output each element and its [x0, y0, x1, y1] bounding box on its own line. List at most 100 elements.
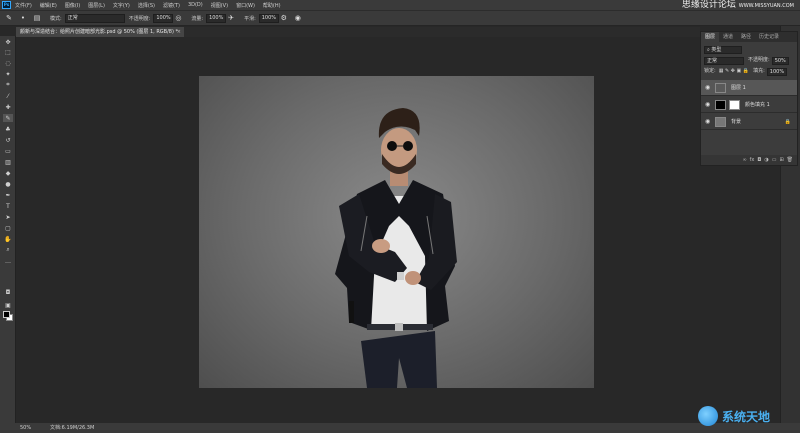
options-bar: ✎ • ▤ 模式: 正常 不透明度: 100% ◎ 流量: 100% ✈ 平滑:…	[0, 10, 800, 26]
screen-mode-icon[interactable]: ▣	[3, 301, 13, 309]
layer-opacity-field[interactable]: 50%	[771, 56, 789, 65]
gear-icon[interactable]: ⚙	[279, 13, 289, 23]
menu-edit[interactable]: 编辑(E)	[40, 2, 57, 9]
marquee-tool-icon[interactable]: ⬚	[3, 48, 13, 56]
brush-size-icon[interactable]: •	[18, 13, 28, 23]
quick-mask-icon[interactable]: ◘	[3, 288, 13, 296]
layer-row-3[interactable]: ◉ 背景 🔒	[701, 114, 797, 130]
mask-icon[interactable]: ◘	[757, 157, 761, 163]
blur-tool-icon[interactable]: ◆	[3, 169, 13, 177]
mode-select[interactable]: 正常	[64, 13, 125, 23]
type-tool-icon[interactable]: T	[3, 202, 13, 210]
layer-thumbnail	[715, 100, 726, 110]
layers-panel-footer: ∞ fx ◘ ◑ ▭ ⊞ 🗑	[701, 155, 797, 165]
watermark-logo-icon	[698, 406, 718, 426]
document-info[interactable]: 文档:6.19M/26.3M	[50, 423, 94, 433]
fill-field[interactable]: 100%	[766, 67, 788, 76]
layer-filter-select[interactable]: ⌕ 类型	[704, 45, 742, 54]
fill-label: 填充:	[753, 68, 765, 74]
blend-mode-select[interactable]: 正常	[704, 56, 744, 65]
menu-type[interactable]: 文字(Y)	[113, 2, 130, 9]
tools-panel: ✥ ⬚ ◌ ✦ ⌗ ⁄ ✚ ✎ ♣ ↺ ▭ ▥ ◆ ● ✒ T ➤ ▢ ✋ ⌕ …	[0, 36, 16, 423]
layer-mask-thumbnail[interactable]	[729, 100, 740, 110]
document-canvas[interactable]	[199, 76, 594, 388]
healing-tool-icon[interactable]: ✚	[3, 103, 13, 111]
menu-bar: Ps 文件(F) 编辑(E) 图像(I) 图层(L) 文字(Y) 选择(S) 滤…	[0, 0, 800, 10]
layer-row-2[interactable]: ◉ 颜色填充 1	[701, 97, 797, 113]
menu-image[interactable]: 图像(I)	[65, 2, 80, 9]
eye-icon[interactable]: ◉	[705, 97, 710, 113]
status-bar: 50% 文档:6.19M/26.3M	[0, 423, 800, 433]
smoothing-label: 平滑:	[244, 15, 256, 22]
move-tool-icon[interactable]: ✥	[3, 38, 13, 46]
layer-row-1[interactable]: ◉ 图层 1	[701, 80, 797, 96]
fx-icon[interactable]: fx	[750, 157, 755, 163]
hand-tool-icon[interactable]: ✋	[3, 235, 13, 243]
zoom-level[interactable]: 50%	[20, 423, 31, 433]
lock-icons[interactable]: ▦ ✎ ✥ ▣ 🔒	[719, 67, 749, 76]
pressure-opacity-icon[interactable]: ◎	[173, 13, 183, 23]
eye-icon[interactable]: ◉	[705, 80, 710, 96]
eyedropper-tool-icon[interactable]: ⁄	[3, 92, 13, 100]
opacity-field[interactable]: 100%	[153, 13, 174, 23]
photo-man-leather-jacket	[335, 108, 457, 388]
brush-tool-preset-icon[interactable]: ✎	[4, 13, 14, 23]
layer-name[interactable]: 图层 1	[731, 80, 746, 96]
tab-history[interactable]: 历史记录	[755, 32, 783, 42]
path-select-tool-icon[interactable]: ➤	[3, 213, 13, 221]
lasso-tool-icon[interactable]: ◌	[3, 59, 13, 67]
history-brush-tool-icon[interactable]: ↺	[3, 136, 13, 144]
eye-icon[interactable]: ◉	[705, 114, 710, 130]
menu-file[interactable]: 文件(F)	[15, 2, 32, 9]
flow-field[interactable]: 100%	[206, 13, 227, 23]
trash-icon[interactable]: 🗑	[787, 157, 793, 163]
clone-stamp-tool-icon[interactable]: ♣	[3, 125, 13, 133]
brush-settings-icon[interactable]: ▤	[32, 13, 42, 23]
opacity-label: 不透明度:	[128, 15, 151, 22]
tab-paths[interactable]: 路径	[737, 32, 755, 42]
tab-channels[interactable]: 通道	[719, 32, 737, 42]
blend-row: 正常 不透明度: 50%	[704, 56, 789, 65]
airbrush-icon[interactable]: ✈	[226, 13, 236, 23]
pressure-size-icon[interactable]: ◉	[293, 13, 303, 23]
pen-tool-icon[interactable]: ✒	[3, 191, 13, 199]
new-layer-icon[interactable]: ⊞	[779, 157, 783, 163]
gradient-tool-icon[interactable]: ▥	[3, 158, 13, 166]
photoshop-window: Ps 文件(F) 编辑(E) 图像(I) 图层(L) 文字(Y) 选择(S) 滤…	[0, 0, 800, 433]
tab-layers[interactable]: 图层	[701, 32, 720, 42]
layer-name[interactable]: 背景	[731, 114, 741, 130]
menu-help[interactable]: 帮助(H)	[263, 2, 281, 9]
link-icon[interactable]: ∞	[742, 157, 746, 163]
layer-thumbnail	[715, 117, 726, 127]
layer-filter-kind: 类型	[711, 46, 722, 53]
shape-tool-icon[interactable]: ▢	[3, 224, 13, 232]
smoothing-field[interactable]: 100%	[258, 13, 279, 23]
menu-layer[interactable]: 图层(L)	[88, 2, 105, 9]
adjustment-icon[interactable]: ◑	[764, 157, 768, 163]
menu-3d[interactable]: 3D(D)	[188, 2, 203, 8]
watermark-url: WWW.MISSYUAN.COM	[738, 3, 794, 9]
quick-select-tool-icon[interactable]: ✦	[3, 70, 13, 78]
watermark-text: 思缘设计论坛	[681, 0, 736, 10]
canvas-area[interactable]	[16, 37, 700, 423]
close-icon[interactable]: ×	[177, 27, 181, 37]
brush-tool-icon[interactable]: ✎	[3, 114, 13, 122]
document-tab-bar: 颜新与深造结合：给照片创建暗部光影.psd @ 50% (图层 1, RGB/8…	[16, 27, 700, 37]
mode-label: 模式:	[50, 15, 62, 22]
folder-icon[interactable]: ▭	[772, 157, 777, 163]
more-tools-icon[interactable]: …	[3, 257, 13, 265]
eraser-tool-icon[interactable]: ▭	[3, 147, 13, 155]
dodge-tool-icon[interactable]: ●	[3, 180, 13, 188]
flow-label: 流量:	[191, 15, 204, 22]
menu-filter[interactable]: 滤镜(T)	[163, 2, 180, 9]
foreground-color-swatch[interactable]	[3, 311, 10, 318]
document-tab[interactable]: 颜新与深造结合：给照片创建暗部光影.psd @ 50% (图层 1, RGB/8…	[16, 27, 184, 37]
panel-tabs: 图层 通道 路径 历史记录	[701, 32, 797, 42]
crop-tool-icon[interactable]: ⌗	[3, 81, 13, 89]
menu-view[interactable]: 视图(V)	[211, 2, 228, 9]
layer-name[interactable]: 颜色填充 1	[745, 97, 770, 113]
lock-icon: 🔒	[784, 119, 791, 125]
menu-window[interactable]: 窗口(W)	[236, 2, 255, 9]
zoom-tool-icon[interactable]: ⌕	[3, 246, 13, 254]
menu-select[interactable]: 选择(S)	[138, 2, 155, 9]
